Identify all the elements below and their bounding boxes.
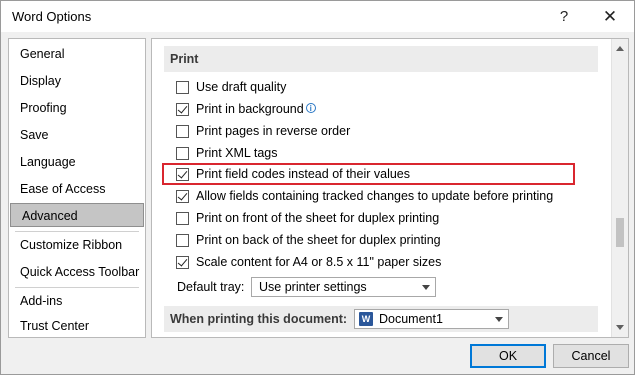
nav-item-label: Customize Ribbon <box>20 238 123 252</box>
option-label: Allow fields containing tracked changes … <box>196 189 554 203</box>
nav-item-quick-access-toolbar[interactable]: Quick Access Toolbar <box>9 260 145 284</box>
options-category-list: General Display Proofing Save Language E… <box>8 38 146 338</box>
vertical-scrollbar[interactable] <box>611 39 628 337</box>
ok-button-label: OK <box>498 349 518 363</box>
checkbox[interactable] <box>176 256 189 269</box>
nav-item-language[interactable]: Language <box>9 150 145 174</box>
scroll-up-icon[interactable] <box>616 46 624 51</box>
option-label: Print XML tags <box>196 146 278 160</box>
document-select[interactable]: W Document1 <box>354 309 509 329</box>
nav-item-label: Quick Access Toolbar <box>20 265 140 279</box>
nav-item-label: Advanced <box>22 209 78 223</box>
nav-divider <box>15 287 139 288</box>
option-label: Print on back of the sheet for duplex pr… <box>196 233 441 247</box>
default-tray-label: Default tray: <box>177 280 245 294</box>
when-printing-heading-text: When printing this document: <box>170 312 348 326</box>
nav-item-customize-ribbon[interactable]: Customize Ribbon <box>9 233 145 257</box>
title-bar: Word Options ? ✕ <box>1 1 634 32</box>
nav-item-label: Display <box>20 74 61 88</box>
close-icon: ✕ <box>602 7 618 26</box>
option-label: Print in background <box>196 102 304 116</box>
option-label: Use draft quality <box>196 80 287 94</box>
option-label: Print pages in reverse order <box>196 124 351 138</box>
nav-divider <box>15 231 139 232</box>
document-value: Document1 <box>379 312 443 326</box>
nav-item-label: Trust Center <box>20 319 90 333</box>
ok-button[interactable]: OK <box>470 344 546 368</box>
close-button[interactable]: ✕ <box>587 1 633 32</box>
chevron-down-icon <box>495 317 503 322</box>
nav-item-label: Add-ins <box>20 294 63 308</box>
word-document-icon: W <box>359 312 373 326</box>
nav-item-label: Ease of Access <box>20 182 106 196</box>
option-label: Print field codes instead of their value… <box>196 167 411 181</box>
nav-item-proofing[interactable]: Proofing <box>9 96 145 120</box>
cancel-button[interactable]: Cancel <box>553 344 629 368</box>
nav-item-general[interactable]: General <box>9 42 145 66</box>
cancel-button-label: Cancel <box>571 349 611 363</box>
checkbox[interactable] <box>176 81 189 94</box>
option-label: Print on front of the sheet for duplex p… <box>196 211 440 225</box>
help-button[interactable]: ? <box>541 1 587 32</box>
nav-item-label: General <box>20 47 65 61</box>
option-label-wrap: Print in background i <box>196 100 316 118</box>
advanced-options-pane: Print Use draft quality Print in backgro… <box>151 38 629 338</box>
nav-item-label: Save <box>20 128 49 142</box>
nav-item-ease-of-access[interactable]: Ease of Access <box>9 177 145 201</box>
default-tray-select[interactable]: Use printer settings <box>251 277 436 297</box>
nav-item-label: Language <box>20 155 76 169</box>
window-title: Word Options <box>12 9 92 24</box>
scroll-thumb[interactable] <box>616 218 624 247</box>
option-label: Scale content for A4 or 8.5 x 11" paper … <box>196 255 442 269</box>
default-tray-value: Use printer settings <box>259 280 367 294</box>
checkbox[interactable] <box>176 234 189 247</box>
help-icon: ? <box>559 8 569 25</box>
checkbox[interactable] <box>176 125 189 138</box>
print-section-heading: Print <box>164 46 598 72</box>
chevron-down-icon <box>422 285 430 290</box>
nav-item-display[interactable]: Display <box>9 69 145 93</box>
info-icon[interactable]: i <box>305 103 316 113</box>
checkbox[interactable] <box>176 147 189 160</box>
checkbox[interactable] <box>176 103 189 116</box>
word-options-dialog: Word Options ? ✕ General Display Proofin… <box>0 0 635 375</box>
checkbox[interactable] <box>176 212 189 225</box>
checkbox[interactable] <box>176 168 189 181</box>
nav-item-save[interactable]: Save <box>9 123 145 147</box>
checkbox[interactable] <box>176 190 189 203</box>
nav-item-add-ins[interactable]: Add-ins <box>9 289 145 313</box>
scroll-down-icon[interactable] <box>616 325 624 330</box>
nav-item-trust-center[interactable]: Trust Center <box>9 314 145 338</box>
nav-item-label: Proofing <box>20 101 67 115</box>
nav-item-advanced[interactable]: Advanced <box>10 203 144 227</box>
